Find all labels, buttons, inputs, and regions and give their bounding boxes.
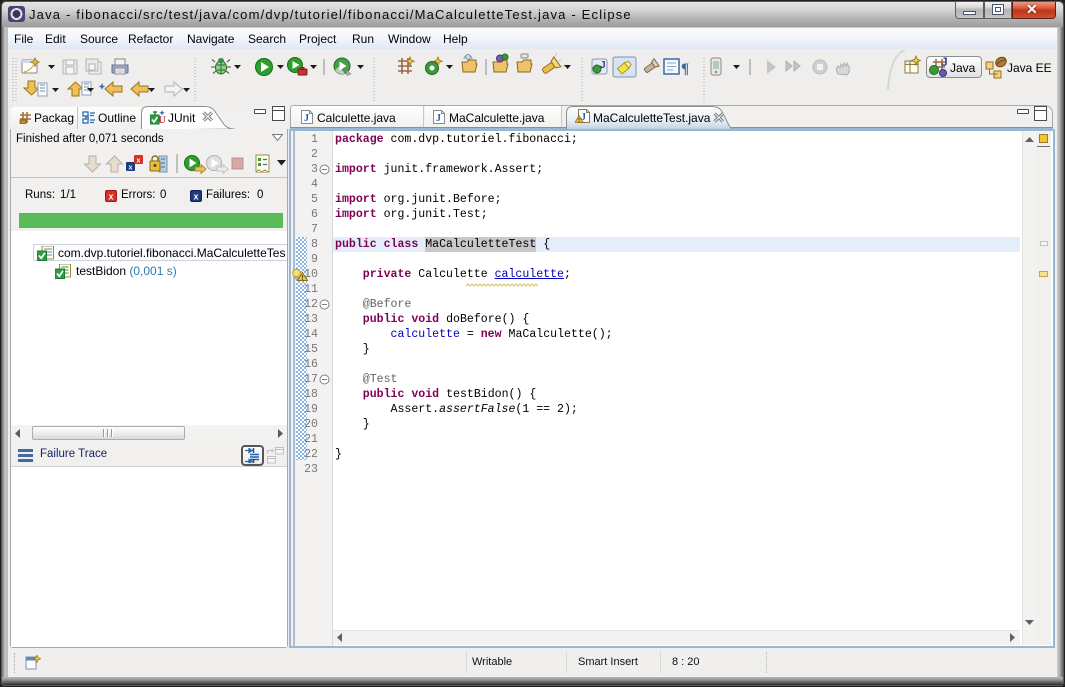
svg-text:J: J: [436, 113, 441, 124]
svg-text:J: J: [304, 113, 309, 124]
svg-text:J: J: [600, 60, 606, 71]
svg-text:¶: ¶: [681, 61, 689, 77]
svg-text:x: x: [193, 192, 198, 202]
svg-text:J: J: [941, 55, 948, 69]
svg-text:x: x: [108, 192, 113, 202]
svg-text:U: U: [158, 114, 166, 125]
